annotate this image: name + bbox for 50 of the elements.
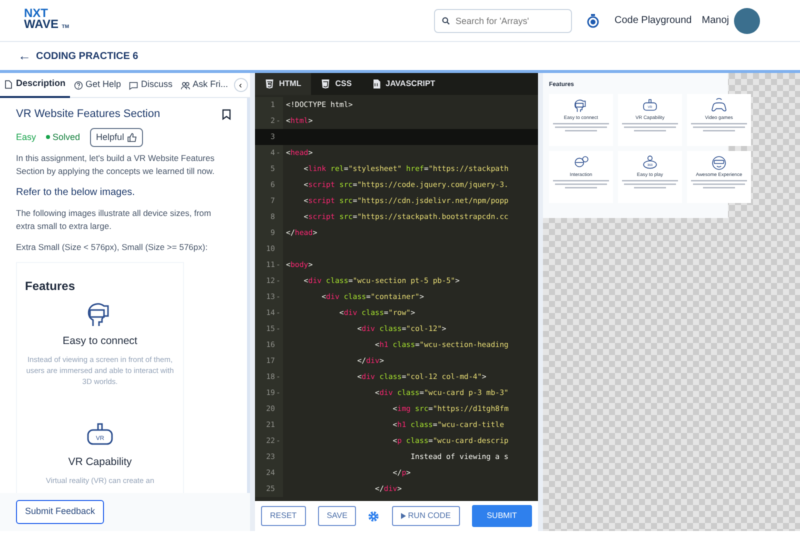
sample-heading: Features xyxy=(25,278,76,295)
js-file-icon xyxy=(372,79,381,89)
submit-button[interactable]: SUBMIT xyxy=(472,505,532,527)
collapse-button[interactable]: ‹ xyxy=(234,78,248,92)
settings-icon[interactable] xyxy=(368,510,380,522)
difficulty-label: Easy xyxy=(16,130,36,144)
editor-button[interactable]: SAVE xyxy=(318,506,356,526)
editor-tab[interactable]: HTML xyxy=(255,73,312,95)
text-lines-drawing xyxy=(691,180,747,190)
chat-icon xyxy=(129,80,138,90)
bookmark-icon[interactable] xyxy=(222,108,231,120)
helpful-button[interactable]: Helpful xyxy=(90,128,143,147)
nav-link[interactable]: Code Playground xyxy=(614,13,692,28)
submit-feedback-button[interactable]: Submit Feedback xyxy=(16,500,104,524)
tab[interactable]: Discuss xyxy=(125,72,177,98)
editor-button[interactable]: RESET xyxy=(261,506,306,526)
gamepad-icon xyxy=(711,98,727,114)
section-heading: Refer to the below images. xyxy=(16,186,136,199)
face-icon xyxy=(711,155,727,171)
document-icon xyxy=(4,80,13,88)
tab[interactable]: Ask Fri... xyxy=(176,72,232,98)
text-lines-drawing xyxy=(622,180,678,190)
editor-tab[interactable]: JAVASCRIPT xyxy=(362,73,446,95)
tab[interactable]: Description xyxy=(0,72,70,98)
feature-title: VR Capability xyxy=(68,454,132,470)
play-icon xyxy=(400,513,406,519)
text-lines-drawing xyxy=(622,123,678,132)
user-name[interactable]: Manoj xyxy=(702,13,729,28)
stopwatch-icon[interactable] xyxy=(587,14,600,28)
feature-title: Easy to connect xyxy=(62,334,138,349)
page-title: CODING PRACTICE 6 xyxy=(36,50,138,64)
run-code-button[interactable]: RUN CODE xyxy=(392,506,460,526)
html-file-icon xyxy=(265,79,274,89)
paragraph: Extra Small (Size < 576px), Small (Size >= 576px): xyxy=(16,241,209,254)
search-field[interactable]: Search for 'Arrays' xyxy=(434,8,572,32)
help-icon xyxy=(74,80,83,90)
back-arrow-icon[interactable]: ← xyxy=(18,46,31,66)
text-lines-drawing xyxy=(691,123,747,132)
paragraph: In this assignment, let's build a VR Website Features Section by applying the concepts we learned till now. xyxy=(16,152,216,178)
people-icon xyxy=(180,80,190,90)
text-lines-drawing xyxy=(553,180,609,190)
editor-tab[interactable]: CSS xyxy=(311,73,362,95)
text-lines-drawing xyxy=(553,123,609,132)
status-label: Solved xyxy=(46,130,80,144)
paragraph: The following images illustrate all device sizes, from extra small to extra large. xyxy=(16,207,212,233)
thumbs-up-icon xyxy=(126,132,137,142)
avatar[interactable] xyxy=(734,8,760,34)
css-file-icon xyxy=(321,79,330,89)
problem-title: VR Website Features Section xyxy=(16,107,160,122)
tab[interactable]: Get Help xyxy=(70,72,126,98)
